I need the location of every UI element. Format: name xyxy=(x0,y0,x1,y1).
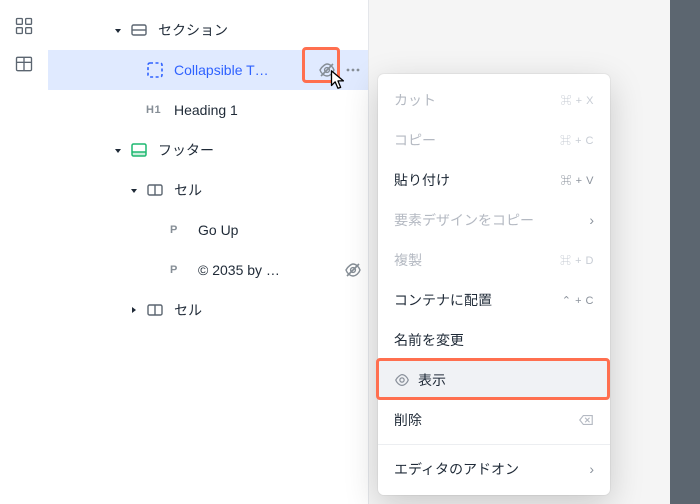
table-icon[interactable] xyxy=(14,54,34,74)
keyboard-shortcut: ⌘ + D xyxy=(560,252,594,268)
layout-grid-icon[interactable] xyxy=(14,16,34,36)
element-type-badge: H1 xyxy=(146,104,168,116)
footer-green-icon xyxy=(130,141,148,159)
cell-dark-icon xyxy=(146,301,164,319)
tree-row[interactable]: セル xyxy=(48,170,368,210)
chevron-right-icon: › xyxy=(589,212,594,228)
container-blue-icon xyxy=(146,61,164,79)
chevron-right-icon: › xyxy=(589,461,594,477)
menu-item-label: 名前を変更 xyxy=(394,330,464,350)
menu-item: 複製 ⌘ + D xyxy=(378,240,610,280)
arrow-spacer xyxy=(152,224,164,236)
menu-item-label: 複製 xyxy=(394,250,422,270)
menu-item-label: コンテナに配置 xyxy=(394,290,492,310)
layers-tree: セクション Collapsible T… H1 Heading 1 フッターセル P Go … xyxy=(48,0,368,504)
chevron-down-icon[interactable] xyxy=(128,184,140,196)
row-actions xyxy=(344,250,368,290)
backspace-icon xyxy=(578,412,594,428)
keyboard-shortcut: ⌘ + X xyxy=(561,92,594,108)
tree-row-label: Go Up xyxy=(198,222,238,238)
menu-item-label: エディタのアドオン xyxy=(394,459,519,479)
keyboard-shortcut: ⌃ + C xyxy=(562,294,594,307)
hidden-icon[interactable] xyxy=(344,261,362,279)
menu-item: カット ⌘ + X xyxy=(378,80,610,120)
menu-item-label: 貼り付け xyxy=(394,170,450,190)
menu-item[interactable]: 名前を変更 xyxy=(378,320,610,360)
menu-item[interactable]: コンテナに配置 ⌃ + C xyxy=(378,280,610,320)
menu-item-label: 表示 xyxy=(418,370,446,390)
more-icon[interactable] xyxy=(344,61,362,79)
tree-row-label: セクション xyxy=(158,20,228,40)
tree-row-label: セル xyxy=(174,300,202,320)
arrow-spacer xyxy=(128,104,140,116)
menu-item[interactable]: 削除 xyxy=(378,400,610,440)
menu-item[interactable]: 表示 xyxy=(378,360,610,400)
element-type-badge: P xyxy=(170,224,192,236)
tree-row[interactable]: P Go Up xyxy=(48,210,368,250)
tree-row-label: フッター xyxy=(158,140,214,160)
tree-row-label: Heading 1 xyxy=(174,102,238,118)
eye-icon xyxy=(394,372,410,388)
tree-row-label: セル xyxy=(174,180,202,200)
tree-row[interactable]: セクション xyxy=(48,10,368,50)
tree-row[interactable]: P © 2035 by … xyxy=(48,250,368,290)
tree-row[interactable]: フッター xyxy=(48,130,368,170)
menu-separator xyxy=(378,444,610,445)
row-actions xyxy=(318,50,368,90)
tree-row[interactable]: H1 Heading 1 xyxy=(48,90,368,130)
keyboard-shortcut: ⌘ + V xyxy=(561,172,594,188)
menu-item: 要素デザインをコピー › xyxy=(378,200,610,240)
menu-item-label: カット xyxy=(394,90,436,110)
menu-item-label: コピー xyxy=(394,130,436,150)
section-dark-icon xyxy=(130,21,148,39)
left-rail xyxy=(0,0,48,504)
arrow-spacer xyxy=(152,264,164,276)
tree-row-label: © 2035 by … xyxy=(198,262,280,278)
menu-item[interactable]: 貼り付け ⌘ + V xyxy=(378,160,610,200)
hidden-icon[interactable] xyxy=(318,61,336,79)
arrow-spacer xyxy=(128,64,140,76)
element-type-badge: P xyxy=(170,264,192,276)
keyboard-shortcut: ⌘ + C xyxy=(560,132,594,148)
chevron-down-icon[interactable] xyxy=(112,24,124,36)
cell-dark-icon xyxy=(146,181,164,199)
chevron-down-icon[interactable] xyxy=(112,144,124,156)
chevron-right-icon[interactable] xyxy=(128,304,140,316)
menu-item: コピー ⌘ + C xyxy=(378,120,610,160)
tree-row-label: Collapsible T… xyxy=(174,62,269,78)
tree-row[interactable]: Collapsible T… xyxy=(48,50,368,90)
tree-row[interactable]: セル xyxy=(48,290,368,330)
context-menu: カット ⌘ + X コピー ⌘ + C 貼り付け ⌘ + V 要素デザインをコピー › 複製 ⌘ … xyxy=(378,74,610,495)
menu-item-label: 要素デザインをコピー xyxy=(394,210,534,230)
menu-item[interactable]: エディタのアドオン › xyxy=(378,449,610,489)
menu-item-label: 削除 xyxy=(394,410,422,430)
